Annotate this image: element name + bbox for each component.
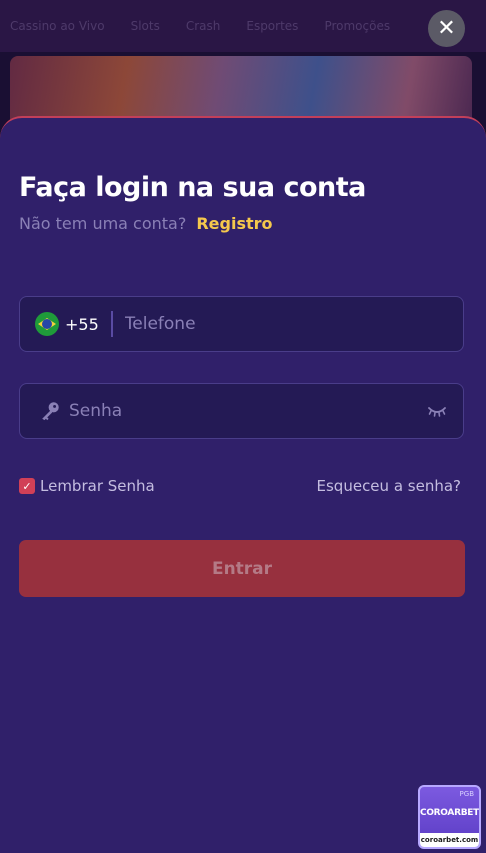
register-link[interactable]: Registro bbox=[196, 214, 272, 233]
nav-item: Promoções bbox=[324, 19, 391, 33]
register-prompt-text: Não tem uma conta? bbox=[19, 214, 187, 233]
remember-checkbox[interactable]: ✓ bbox=[19, 478, 35, 494]
badge-top-text: PGB bbox=[459, 790, 474, 798]
password-field bbox=[19, 383, 464, 439]
phone-field: +55 bbox=[19, 296, 464, 352]
brazil-flag-icon[interactable] bbox=[35, 312, 59, 336]
badge-name: COROARBET bbox=[420, 808, 479, 818]
login-submit-button[interactable]: Entrar bbox=[19, 540, 465, 597]
password-input[interactable] bbox=[61, 383, 427, 439]
login-modal: Faça login na sua conta Não tem uma cont… bbox=[0, 116, 486, 853]
key-icon bbox=[39, 400, 61, 422]
remember-label: Lembrar Senha bbox=[40, 477, 155, 495]
nav-item: Slots bbox=[130, 19, 160, 33]
close-icon: ✕ bbox=[437, 15, 456, 41]
close-button[interactable]: ✕ bbox=[428, 10, 465, 47]
background-nav: Cassino ao Vivo Slots Crash Esportes Pro… bbox=[0, 0, 486, 52]
remember-password[interactable]: ✓ Lembrar Senha bbox=[19, 477, 155, 495]
coroarbet-badge[interactable]: PGB COROARBET coroarbet.com bbox=[418, 785, 481, 849]
forgot-password-link[interactable]: Esqueceu a senha? bbox=[317, 477, 461, 495]
phone-input[interactable] bbox=[112, 296, 463, 352]
nav-item: Crash bbox=[185, 19, 221, 33]
login-title: Faça login na sua conta bbox=[19, 172, 366, 203]
eye-closed-icon[interactable] bbox=[427, 405, 447, 417]
nav-item: Esportes bbox=[246, 19, 299, 33]
register-prompt: Não tem uma conta? Registro bbox=[19, 214, 273, 233]
nav-item: Cassino ao Vivo bbox=[10, 19, 105, 33]
badge-domain: coroarbet.com bbox=[420, 833, 479, 847]
country-dial-code[interactable]: +55 bbox=[65, 315, 99, 334]
